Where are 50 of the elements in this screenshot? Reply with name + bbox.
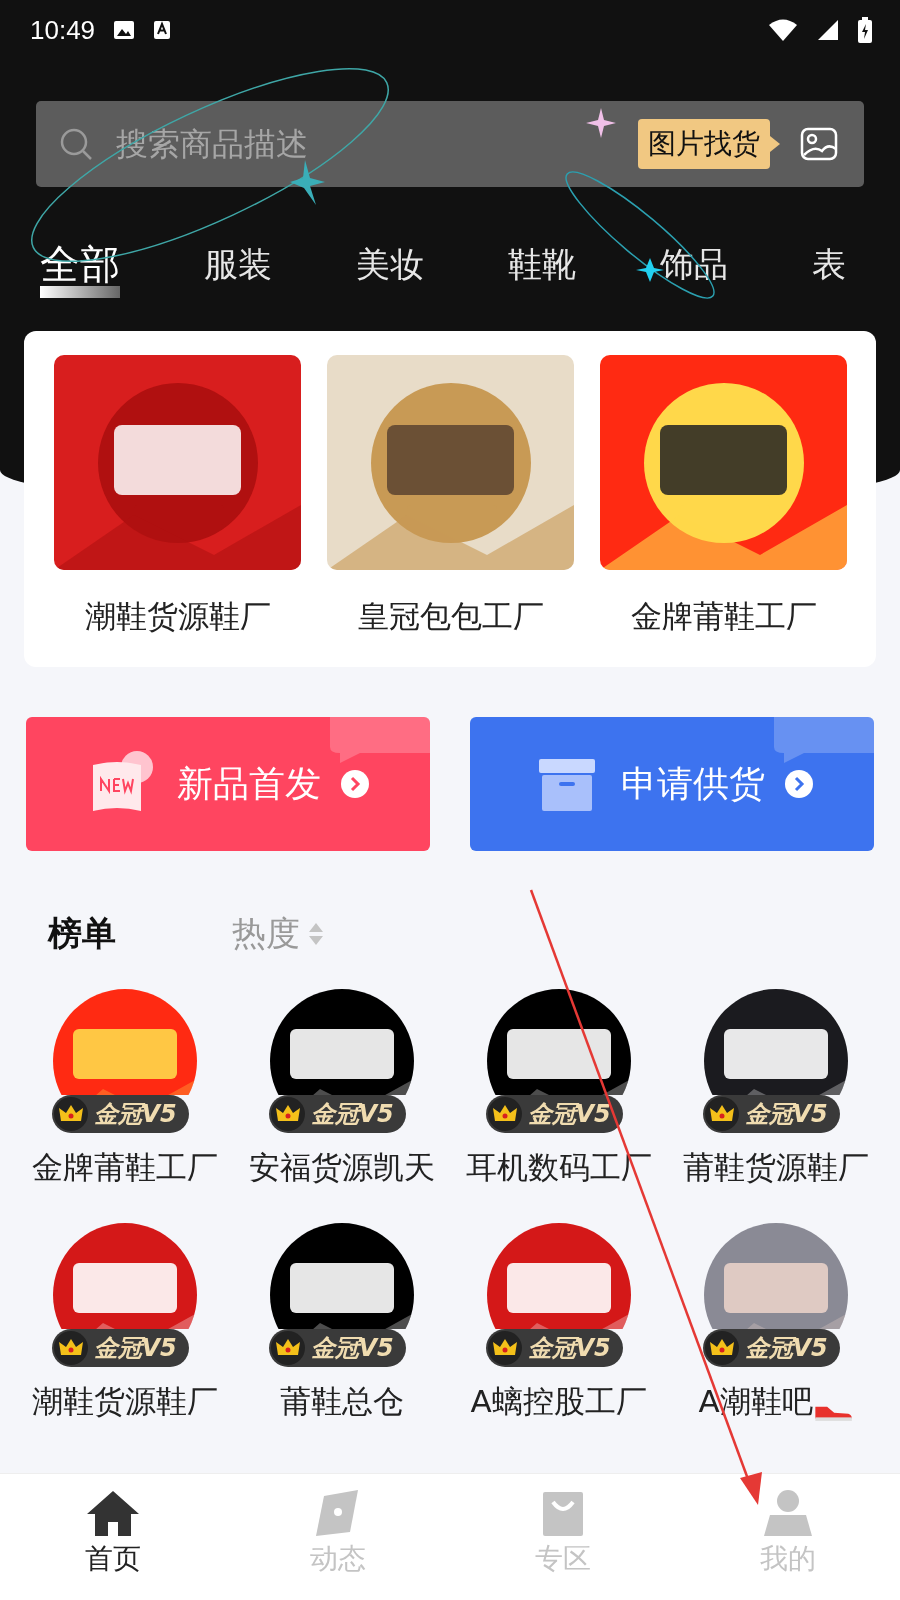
- speech-bubble-icon: [774, 717, 874, 763]
- crown-icon: [487, 1097, 522, 1131]
- category-tab[interactable]: 鞋靴: [508, 237, 576, 298]
- tooltip-pointer-icon: [770, 136, 780, 152]
- shop-name[interactable]: 潮鞋货源鞋厂: [84, 596, 271, 638]
- crown-icon: [487, 1331, 522, 1365]
- battery-icon: [858, 17, 872, 43]
- crown-icon: [704, 1331, 739, 1365]
- signal-icon: [816, 18, 840, 42]
- wifi-icon: [768, 18, 798, 42]
- level-badge: 金冠V5: [485, 1329, 623, 1367]
- crown-icon: [704, 1097, 739, 1131]
- level-badge: 金冠V5: [702, 1095, 840, 1133]
- shop-name[interactable]: 莆鞋货源鞋厂: [682, 1147, 869, 1189]
- image-icon: [113, 20, 136, 40]
- category-tab[interactable]: 表: [812, 237, 846, 298]
- sparkle-icon: [290, 160, 325, 205]
- crown-icon: [53, 1097, 88, 1131]
- crown-icon: [270, 1331, 305, 1365]
- chevron-right-icon: [785, 770, 813, 798]
- status-time: 10:49: [30, 14, 96, 46]
- category-tab[interactable]: 服装: [204, 237, 272, 298]
- speech-bubble-icon: [330, 717, 430, 763]
- shop-name[interactable]: 莆鞋总仓: [279, 1381, 404, 1423]
- level-badge: 金冠V5: [702, 1329, 840, 1367]
- shop-name[interactable]: 安福货源凯天: [248, 1147, 435, 1189]
- category-tab[interactable]: 饰品: [660, 237, 728, 298]
- text-icon: [153, 20, 172, 40]
- chevron-right-icon: [341, 770, 369, 798]
- level-badge: 金冠V5: [268, 1095, 406, 1133]
- shop-name[interactable]: 金牌莆鞋工厂: [31, 1147, 218, 1189]
- level-badge: 金冠V5: [51, 1095, 189, 1133]
- shop-name[interactable]: A螭控股工厂: [470, 1381, 647, 1423]
- nav-tab[interactable]: 首页: [0, 1474, 225, 1600]
- shop-name[interactable]: 金牌莆鞋工厂: [630, 596, 817, 638]
- shop-name[interactable]: 潮鞋货源鞋厂: [31, 1381, 218, 1423]
- shop-name[interactable]: 皇冠包包工厂: [357, 596, 544, 638]
- promo-button[interactable]: 申请供货: [470, 717, 874, 851]
- crown-icon: [270, 1097, 305, 1131]
- level-badge: 金冠V5: [485, 1095, 623, 1133]
- ranking-title: 榜单: [48, 912, 116, 955]
- image-search-icon[interactable]: [800, 127, 838, 161]
- search-icon: [58, 126, 94, 162]
- category-tab[interactable]: 美妆: [356, 237, 424, 298]
- shop-name[interactable]: A潮鞋吧: [698, 1381, 853, 1423]
- crown-icon: [53, 1331, 88, 1365]
- image-search-tooltip[interactable]: 图片找货: [638, 119, 770, 169]
- level-badge: 金冠V5: [51, 1329, 189, 1367]
- level-badge: 金冠V5: [268, 1329, 406, 1367]
- sparkle-icon: [586, 108, 616, 138]
